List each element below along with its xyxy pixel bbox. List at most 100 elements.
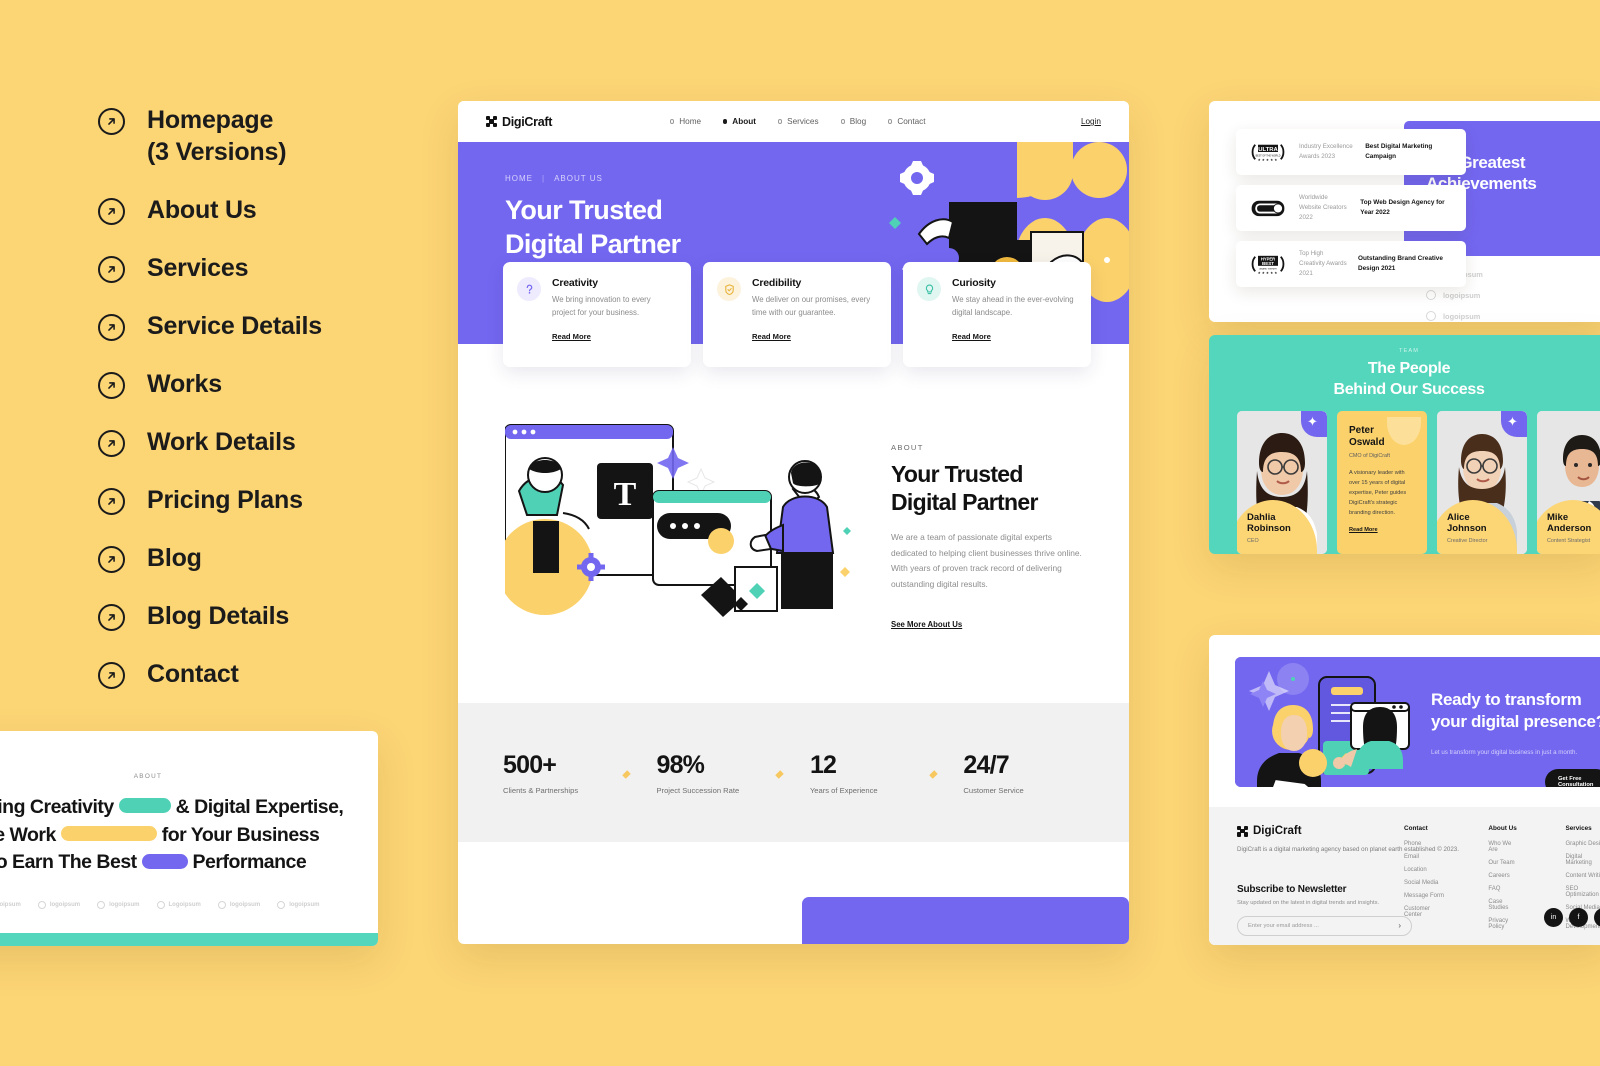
footer-link[interactable]: FAQ [1488, 886, 1521, 892]
nav-item-services[interactable]: Services [777, 117, 819, 126]
footer-link[interactable]: Location [1404, 867, 1444, 873]
awards-mockup: AWARDS Our Greatest Achievements Logoips… [1209, 101, 1600, 322]
read-more-link[interactable]: Read More [552, 332, 591, 341]
partner-logo: logoipsum [1426, 311, 1600, 321]
page-list-item[interactable]: Homepage (3 Versions) [98, 104, 458, 168]
feature-cards: Creativity We bring innovation to every … [503, 262, 1091, 367]
headline-part: & Digital Expertise, [175, 796, 344, 818]
login-link[interactable]: Login [1081, 117, 1101, 126]
footer-link[interactable]: Who We Are [1488, 841, 1521, 853]
page-list-item[interactable]: Work Details [98, 426, 458, 458]
team-card[interactable]: Dahlia Robinson CEO [1237, 411, 1327, 554]
page-list-item[interactable]: Pricing Plans [98, 484, 458, 516]
feature-card[interactable]: Creativity We bring innovation to every … [503, 262, 691, 367]
footer-link[interactable]: Email [1404, 854, 1444, 860]
newsletter-email-input[interactable]: Enter your email address ... › [1237, 915, 1412, 936]
social-twitter-icon[interactable]: t [1594, 908, 1600, 927]
page-list-label: Homepage [147, 106, 274, 134]
team-member-role: CEO [1247, 538, 1259, 544]
award-title: Top Web Design Agency for Year 2022 [1360, 198, 1445, 216]
award-row[interactable]: Worldwide Website Creators 2022 Top Web … [1236, 185, 1466, 231]
footer-link[interactable]: Digital Marketing [1565, 854, 1600, 866]
page-list-item[interactable]: Works [98, 368, 458, 400]
award-subtitle: Worldwide Website Creators 2022 [1299, 194, 1347, 221]
chevron-right-icon[interactable]: › [1398, 921, 1401, 930]
partner-logo: logoipsum [217, 901, 260, 910]
stats-bar: 500+ Clients & Partnerships 98% Project … [458, 703, 1129, 842]
footer-link[interactable]: Our Team [1488, 860, 1521, 866]
footer-link[interactable]: SEO Optimization [1565, 886, 1600, 898]
partner-logo: logoipsum [37, 901, 80, 910]
breadcrumb-current: ABOUT US [554, 174, 603, 183]
about-highlight-mockup: ABOUT mbining Creativity & Digital Exper… [0, 731, 378, 946]
headline-part: We Work [0, 823, 56, 846]
footer-link[interactable]: Privacy Policy [1488, 918, 1521, 930]
headline-part: mbining Creativity [0, 796, 114, 818]
svg-text:BEST OF THE WORLD: BEST OF THE WORLD [1256, 155, 1281, 158]
footer-link[interactable]: Content Writing [1565, 873, 1600, 879]
page-list-item[interactable]: Contact [98, 658, 458, 690]
see-more-about-link[interactable]: See More About Us [891, 620, 962, 629]
nav-item-blog[interactable]: Blog [840, 117, 866, 126]
footer-social-links: in f t [1544, 908, 1600, 927]
bullet-icon [840, 119, 845, 124]
page-list: Homepage (3 Versions) About Us Services … [98, 104, 458, 716]
headline-part: to Earn The Best [0, 851, 137, 874]
team-card-bio[interactable]: Peter Oswald CMO of DigiCraft A visionar… [1337, 411, 1427, 554]
stat-item: 12 Years of Experience [810, 751, 931, 795]
read-more-link[interactable]: Read More [752, 332, 791, 341]
nav-label: Contact [897, 117, 926, 126]
page-list-item[interactable]: Blog [98, 542, 458, 574]
footer-link[interactable]: Graphic Design [1565, 841, 1600, 847]
nav-label: Home [679, 117, 702, 126]
cta-title-line1: Ready to transform [1431, 690, 1582, 709]
page-list-item[interactable]: About Us [98, 194, 458, 226]
question-icon [517, 277, 541, 301]
footer-link[interactable]: Phone [1404, 841, 1444, 847]
footer-link[interactable]: Customer Center [1404, 906, 1444, 918]
partner-logo-label: logoipsum [1443, 311, 1481, 321]
about-highlight-eyebrow: ABOUT [133, 773, 163, 780]
nav-item-home[interactable]: Home [670, 117, 701, 126]
logo-mark-icon [1426, 311, 1436, 321]
team-card[interactable]: Alice Johnson Creative Director [1437, 411, 1527, 554]
page-list-item[interactable]: Blog Details [98, 600, 458, 632]
feature-card[interactable]: Credibility We deliver on our promises, … [703, 262, 891, 367]
footer-link[interactable]: Social Media [1404, 880, 1444, 886]
social-facebook-icon[interactable]: f [1569, 908, 1588, 927]
team-member-role: Creative Director [1447, 538, 1488, 544]
highlight-pill-teal [118, 798, 171, 814]
cta-subtitle: Let us transform your digital business i… [1431, 749, 1578, 756]
footer-link[interactable]: Careers [1488, 873, 1521, 879]
nav-item-about[interactable]: About [723, 117, 756, 126]
stat-item: 500+ Clients & Partnerships [503, 751, 624, 795]
footer-link[interactable]: Message Form [1404, 893, 1444, 899]
page-list-item[interactable]: Service Details [98, 310, 458, 342]
read-more-link[interactable]: Read More [952, 332, 991, 341]
arrow-up-right-icon [98, 488, 125, 515]
award-badge-icon: HYPER BEST AWARD WINNER ★★★★★ [1251, 255, 1285, 275]
social-linkedin-icon[interactable]: in [1544, 908, 1563, 927]
footer-link[interactable]: Case Studies [1488, 899, 1521, 911]
site-footer: DigiCraft DigiCraft is a digital marketi… [1209, 807, 1600, 945]
brand-logo[interactable]: DigiCraft [486, 115, 552, 129]
arrow-up-right-icon [98, 604, 125, 631]
feature-card[interactable]: Curiosity We stay ahead in the ever-evol… [903, 262, 1091, 367]
team-member-name: Mike Anderson [1547, 511, 1592, 535]
about-page-mockup: DigiCraft Home About Services Blog Conta… [458, 101, 1129, 944]
award-row[interactable]: ULTRA BEST OF THE WORLD ★★★★★ Industry E… [1236, 129, 1466, 175]
breadcrumb-home[interactable]: HOME [505, 174, 533, 183]
feature-card-title: Creativity [552, 277, 598, 289]
highlight-pill-purple [141, 853, 188, 869]
get-free-consultation-button[interactable]: Get Free Consultation [1545, 769, 1600, 787]
newsletter-placeholder: Enter your email address ... [1248, 922, 1319, 929]
stat-label: Clients & Partnerships [503, 785, 579, 795]
nav-item-contact[interactable]: Contact [888, 117, 926, 126]
about-section: T ABOUT Your Trusted Digital Partner We … [458, 399, 1129, 671]
award-row[interactable]: HYPER BEST AWARD WINNER ★★★★★ Top High C… [1236, 241, 1466, 287]
team-card[interactable]: Mike Anderson Content Strategist [1537, 411, 1600, 554]
page-list-item[interactable]: Services [98, 252, 458, 284]
read-more-link[interactable]: Read More [1349, 527, 1378, 533]
digicraft-logo-icon [486, 116, 497, 127]
team-member-meta: Mike Anderson Content Strategist [1547, 512, 1591, 544]
